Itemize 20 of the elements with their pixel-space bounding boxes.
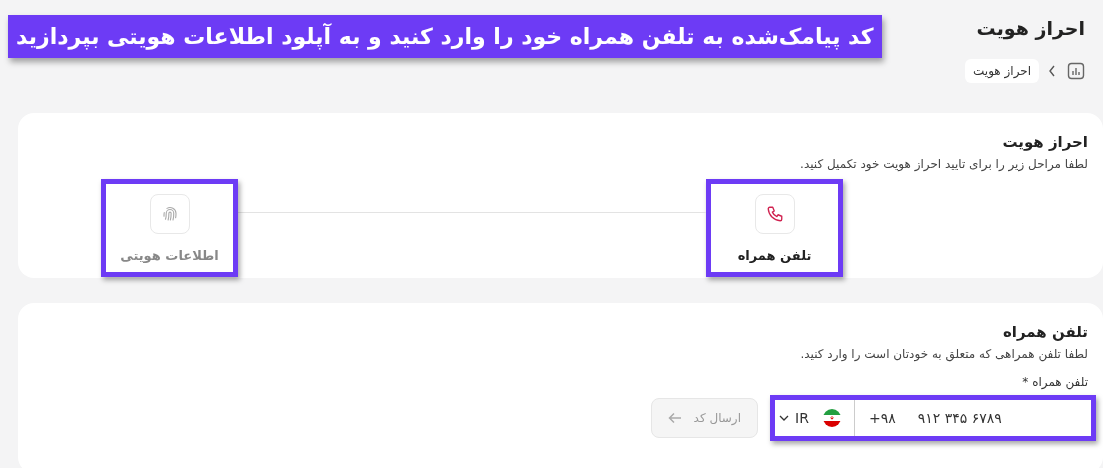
chart-icon[interactable] [1067, 62, 1085, 80]
phone-icon [765, 205, 784, 223]
country-dropdown[interactable]: IR [775, 400, 855, 436]
country-code: +۹۸ [869, 410, 896, 426]
flag-icon [822, 409, 841, 427]
card-title: احراز هویت [1001, 133, 1088, 151]
step[interactable]: اطلاعات هویتی [101, 179, 238, 277]
field-label: تلفن همراه * [1021, 375, 1088, 389]
page-title: احراز هویت [975, 17, 1085, 39]
arrow-left-icon [667, 412, 682, 424]
fingerprint-icon [160, 205, 179, 223]
card-subtitle: لطفا تلفن همراهی که متعلق به خودتان است را وارد کنید. [799, 347, 1088, 361]
card-title: تلفن همراه [1001, 323, 1088, 341]
card-subtitle: لطفا مراحل زیر را برای تایید احراز هویت خود تکمیل کنید. [799, 157, 1088, 171]
caret-icon [779, 415, 789, 421]
phone-input[interactable]: ۹۱۲ ۳۴۵ ۶۷۸۹ [917, 410, 1068, 426]
step[interactable]: تلفن همراه [706, 179, 843, 277]
chevron-icon [1048, 65, 1056, 77]
breadcrumb-link[interactable]: احراز هویت [965, 59, 1039, 83]
instruction-banner: کد پیامک‌شده به تلفن همراه خود را وارد کنید و به آپلود اطلاعات هویتی بپردازید [8, 15, 882, 58]
